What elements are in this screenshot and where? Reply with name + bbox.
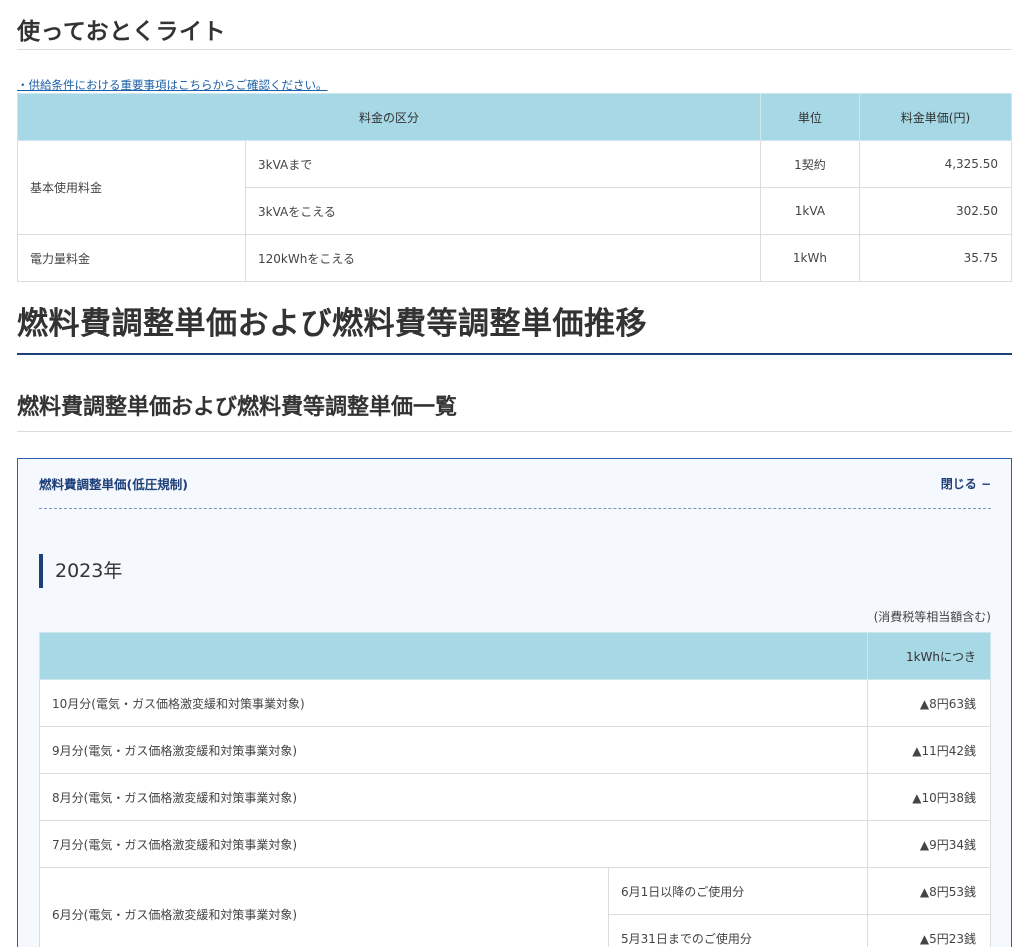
table-row: 9月分(電気・ガス価格激変緩和対策事業対象) ▲11円42銭 — [39, 726, 992, 774]
fuel-table-header: 1kWhにつき — [39, 632, 992, 680]
price-cell: 4,325.50 — [858, 140, 1013, 188]
fuel-adjustment-list-heading: 燃料費調整単価および燃料費等調整単価一覧 — [17, 389, 1012, 432]
tier-cell: 3kVAまで — [245, 140, 761, 188]
table-row: 基本使用料金 3kVAまで 1契約 4,325.50 — [17, 140, 1013, 235]
plan-title: 使っておとくライト — [17, 0, 1012, 50]
month-cell-june: 6月分(電気・ガス価格激変緩和対策事業対象) — [39, 867, 609, 947]
table-row: 10月分(電気・ガス価格激変緩和対策事業対象) ▲8円63銭 — [39, 679, 992, 727]
period-cell: 5月31日までのご使用分 — [608, 914, 868, 947]
unit-cell: 1kWh — [759, 234, 860, 282]
month-cell: 7月分(電気・ガス価格激変緩和対策事業対象) — [39, 820, 868, 868]
basic-fee-label: 基本使用料金 — [17, 140, 246, 235]
tax-note: (消費税等相当額含む) — [873, 610, 991, 624]
value-cell: ▲11円42銭 — [866, 726, 992, 774]
price-table: 料金の区分 単位 料金単価(円) 基本使用料金 3kVAまで 1契約 4,325… — [17, 93, 1013, 282]
table-row: 電力量料金 120kWhをこえる 1kWh 35.75 — [17, 234, 1013, 282]
fuel-adjustment-table: 1kWhにつき 10月分(電気・ガス価格激変緩和対策事業対象) ▲8円63銭 9… — [39, 632, 992, 947]
price-cell: 35.75 — [858, 234, 1013, 282]
header-unit-per-kwh: 1kWhにつき — [866, 632, 992, 680]
value-cell: ▲10円38銭 — [866, 773, 992, 821]
month-cell: 10月分(電気・ガス価格激変緩和対策事業対象) — [39, 679, 868, 727]
value-cell: ▲8円53銭 — [866, 867, 992, 915]
header-price: 料金単価(円) — [858, 93, 1013, 141]
value-cell: ▲9円34銭 — [866, 820, 992, 868]
accordion-panel: 燃料費調整単価(低圧規制) 閉じる − 2023年 (消費税等相当額含む) 1k… — [17, 458, 1012, 947]
tier-cell: 120kWhをこえる — [245, 234, 761, 282]
header-category: 料金の区分 — [17, 93, 761, 141]
value-cell: ▲8円63銭 — [866, 679, 992, 727]
period-cell: 6月1日以降のご使用分 — [608, 867, 868, 915]
value-cell: ▲5円23銭 — [866, 914, 992, 947]
price-table-header: 料金の区分 単位 料金単価(円) — [17, 93, 1013, 141]
header-blank — [39, 632, 868, 680]
header-unit: 単位 — [759, 93, 860, 141]
page: 使っておとくライト ・供給条件における重要事項はこちらからご確認ください。 料金… — [0, 0, 1024, 947]
month-cell: 9月分(電気・ガス価格激変緩和対策事業対象) — [39, 726, 868, 774]
price-cell: 302.50 — [858, 187, 1013, 235]
fuel-adjustment-heading: 燃料費調整単価および燃料費等調整単価推移 — [17, 298, 1012, 355]
table-row: 7月分(電気・ガス価格激変緩和対策事業対象) ▲9円34銭 — [39, 820, 992, 868]
accordion-header[interactable]: 燃料費調整単価(低圧規制) 閉じる − — [39, 459, 991, 509]
accordion-title: 燃料費調整単価(低圧規制) — [39, 477, 188, 492]
energy-fee-label: 電力量料金 — [17, 234, 246, 282]
unit-cell: 1契約 — [759, 140, 860, 188]
tier-cell: 3kVAをこえる — [245, 187, 761, 235]
table-row: 8月分(電気・ガス価格激変緩和対策事業対象) ▲10円38銭 — [39, 773, 992, 821]
supply-conditions-link[interactable]: ・供給条件における重要事項はこちらからご確認ください。 — [17, 77, 328, 93]
close-accordion-button[interactable]: 閉じる − — [941, 475, 991, 492]
unit-cell: 1kVA — [759, 187, 860, 235]
year-heading: 2023年 — [39, 554, 991, 588]
month-cell: 8月分(電気・ガス価格激変緩和対策事業対象) — [39, 773, 868, 821]
table-row: 6月分(電気・ガス価格激変緩和対策事業対象) 6月1日以降のご使用分 ▲8円53… — [39, 867, 992, 947]
